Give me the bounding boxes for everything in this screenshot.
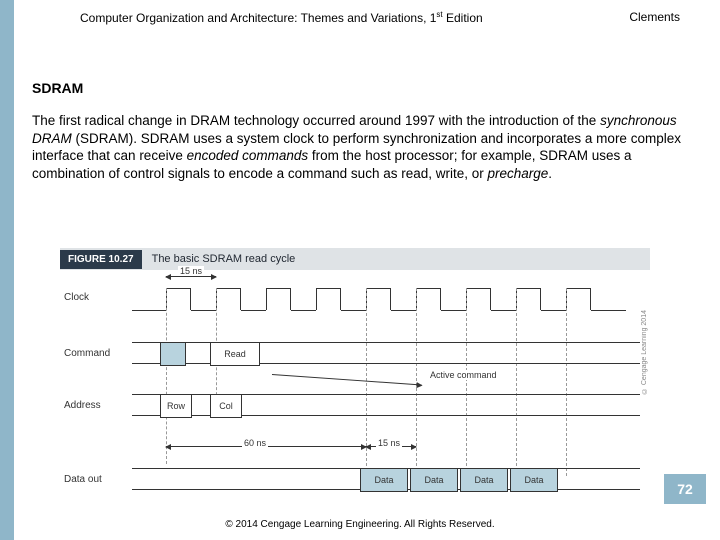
label-dataout: Data out <box>64 474 102 485</box>
addr-col: Col <box>210 394 242 418</box>
label-clock: Clock <box>64 292 89 303</box>
label-address: Address <box>64 400 101 411</box>
slide-footer: © 2014 Cengage Learning Engineering. All… <box>0 519 720 530</box>
label-15ns-bot: 15 ns <box>376 438 402 448</box>
page-number-badge: 72 <box>664 474 706 504</box>
data-2: Data <box>460 468 508 492</box>
label-60ns: 60 ns <box>242 438 268 448</box>
section-title: SDRAM <box>32 80 83 96</box>
span-15ns-top <box>166 276 216 277</box>
figure-number: FIGURE 10.27 <box>60 250 142 269</box>
figure-caption: The basic SDRAM read cycle <box>152 253 296 265</box>
address-bus: Row Col <box>132 394 640 416</box>
dataout-bus: Data Data Data Data <box>132 468 640 490</box>
command-bus: Read <box>132 342 640 364</box>
data-0: Data <box>360 468 408 492</box>
label-active-command: Active command <box>428 370 499 380</box>
figure-header: FIGURE 10.27 The basic SDRAM read cycle <box>60 248 650 270</box>
label-command: Command <box>64 348 110 359</box>
body-paragraph: The first radical change in DRAM technol… <box>32 112 692 182</box>
figure-copyright: © Cengage Learning 2014 <box>641 310 648 394</box>
addr-row: Row <box>160 394 192 418</box>
cmd-read: Read <box>210 342 260 366</box>
author-name: Clements <box>629 10 680 25</box>
clock-waveform <box>132 288 640 310</box>
figure-10-27: FIGURE 10.27 The basic SDRAM read cycle … <box>60 248 650 496</box>
data-1: Data <box>410 468 458 492</box>
timing-diagram: Clock Command Address Data out 15 ns <box>60 270 650 496</box>
arrow-to-active <box>272 374 422 385</box>
slide-header: Computer Organization and Architecture: … <box>80 10 680 25</box>
data-3: Data <box>510 468 558 492</box>
label-15ns-top: 15 ns <box>178 266 204 276</box>
book-title: Computer Organization and Architecture: … <box>80 10 483 25</box>
